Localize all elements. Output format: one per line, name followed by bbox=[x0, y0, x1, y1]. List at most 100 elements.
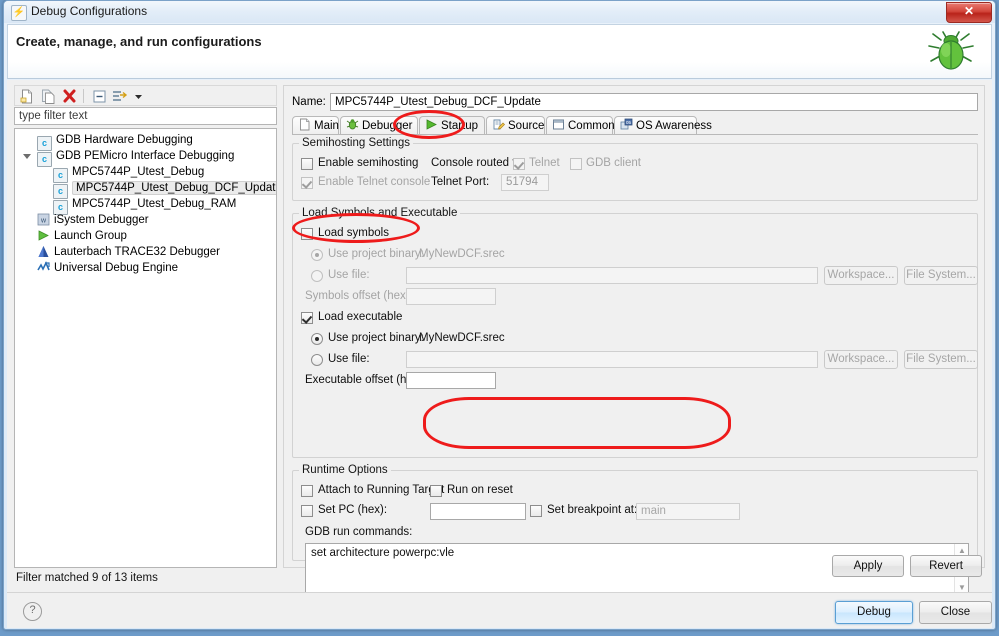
runtime-options-group-title: Runtime Options bbox=[299, 464, 391, 476]
tab-debugger[interactable]: Debugger bbox=[340, 116, 418, 135]
load-symbols-checkbox[interactable] bbox=[301, 228, 313, 240]
tab-label: Main bbox=[314, 120, 339, 132]
duplicate-configuration-icon[interactable] bbox=[40, 88, 57, 105]
set-breakpoint-at-input[interactable]: main bbox=[636, 503, 740, 520]
symbols-file-input[interactable] bbox=[406, 267, 818, 284]
executable-use-file-radio[interactable] bbox=[311, 354, 323, 366]
scroll-down-arrow-icon[interactable]: ▼ bbox=[957, 583, 967, 592]
tab-common[interactable]: Common bbox=[546, 116, 615, 135]
executable-project-binary-value: MyNewDCF.srec bbox=[419, 332, 505, 344]
configurations-toolbar bbox=[14, 85, 277, 106]
name-label: Name: bbox=[292, 96, 326, 108]
load-symbols-group-title: Load Symbols and Executable bbox=[299, 207, 461, 219]
dialog-header: Create, manage, and run configurations bbox=[7, 24, 992, 79]
ude-icon bbox=[37, 261, 50, 274]
tree-item-mpc5744p-utest-debug-ram[interactable]: c MPC5744P_Utest_Debug_RAM bbox=[15, 197, 276, 215]
tab-bar: Main Debugger Startup Source Common 05 OS Awar… bbox=[292, 116, 978, 135]
set-pc-input[interactable] bbox=[430, 503, 526, 520]
filter-icon[interactable] bbox=[111, 88, 128, 105]
tab-label: Debugger bbox=[362, 120, 413, 132]
telnet-port-input[interactable]: 51794 bbox=[501, 174, 549, 191]
tree-item-label: Lauterbach TRACE32 Debugger bbox=[54, 246, 221, 258]
symbols-use-file-radio[interactable] bbox=[311, 270, 323, 282]
symbols-use-project-binary-radio[interactable] bbox=[311, 249, 323, 261]
executable-use-file-label: Use file: bbox=[328, 353, 370, 365]
run-on-reset-checkbox[interactable] bbox=[430, 485, 442, 497]
window-icon bbox=[552, 118, 565, 131]
svg-text:05: 05 bbox=[626, 120, 632, 125]
tree-item-mpc5744p-utest-debug-dcf-update[interactable]: c MPC5744P_Utest_Debug_DCF_Update bbox=[15, 181, 276, 199]
attach-to-running-target-checkbox[interactable] bbox=[301, 485, 313, 497]
telnet-port-label: Telnet Port: bbox=[431, 176, 490, 188]
tab-startup[interactable]: Startup bbox=[419, 116, 485, 135]
tree-item-label: MPC5744P_Utest_Debug_DCF_Update bbox=[72, 181, 276, 195]
tree-item-label: GDB Hardware Debugging bbox=[56, 134, 193, 146]
svg-text:w: w bbox=[40, 218, 47, 225]
executable-file-input[interactable] bbox=[406, 351, 818, 368]
symbols-use-project-binary-label: Use project binary: bbox=[328, 248, 424, 260]
load-executable-checkbox[interactable] bbox=[301, 312, 313, 324]
dropdown-arrow-icon[interactable] bbox=[130, 88, 147, 105]
green-bug-icon bbox=[928, 31, 974, 70]
telnet-checkbox[interactable] bbox=[513, 158, 525, 170]
dialog-body: type filter text c GDB Hardware Debugging… bbox=[7, 80, 992, 595]
debug-button[interactable]: Debug bbox=[835, 601, 913, 624]
executable-workspace-button[interactable]: Workspace... bbox=[824, 350, 898, 369]
tree-expander-icon[interactable] bbox=[23, 154, 31, 162]
enable-semihosting-checkbox[interactable] bbox=[301, 158, 313, 170]
close-button[interactable]: Close bbox=[919, 601, 992, 624]
symbols-filesystem-button[interactable]: File System... bbox=[904, 266, 978, 285]
configuration-name-input[interactable]: MPC5744P_Utest_Debug_DCF_Update bbox=[330, 93, 978, 111]
debug-config-icon: ⚡ bbox=[11, 5, 27, 21]
tree-item-launch-group[interactable]: Launch Group bbox=[15, 229, 276, 245]
console-routed-to-label: Console routed to: bbox=[431, 157, 525, 169]
bug-icon bbox=[346, 118, 359, 131]
document-icon bbox=[298, 118, 311, 131]
tree-item-label: Universal Debug Engine bbox=[54, 262, 179, 274]
telnet-label: Telnet bbox=[529, 157, 560, 169]
tree-item-lauterbach-trace32-debugger[interactable]: Lauterbach TRACE32 Debugger bbox=[15, 245, 276, 261]
tree-item-label: MPC5744P_Utest_Debug_RAM bbox=[72, 198, 237, 210]
scroll-up-arrow-icon[interactable]: ▲ bbox=[957, 546, 967, 555]
tree-item-gdb-hardware-debugging[interactable]: c GDB Hardware Debugging bbox=[15, 133, 276, 151]
semihosting-group-title: Semihosting Settings bbox=[299, 137, 414, 149]
tree-item-label: Launch Group bbox=[54, 230, 127, 242]
gdb-client-label: GDB client bbox=[586, 157, 641, 169]
tree-item-label: iSystem Debugger bbox=[54, 214, 149, 226]
lauterbach-icon bbox=[37, 245, 50, 258]
configurations-tree[interactable]: c GDB Hardware Debugging c GDB PEMicro Inte… bbox=[14, 128, 277, 568]
tab-label: OS Awareness bbox=[636, 120, 712, 132]
run-on-reset-label: Run on reset bbox=[447, 484, 513, 496]
help-icon[interactable]: ? bbox=[23, 602, 42, 621]
tab-source[interactable]: Source bbox=[486, 116, 545, 135]
apply-button[interactable]: Apply bbox=[832, 555, 904, 577]
tab-os-awareness[interactable]: 05 OS Awareness bbox=[614, 116, 712, 135]
runtime-options-group: Runtime Options Attach to Running Target… bbox=[292, 464, 978, 595]
window-titlebar: ⚡ Debug Configurations ✕ bbox=[4, 1, 995, 23]
revert-button[interactable]: Revert bbox=[910, 555, 982, 577]
filter-input[interactable]: type filter text bbox=[14, 107, 277, 125]
set-breakpoint-at-label: Set breakpoint at: bbox=[547, 504, 638, 516]
gdb-client-checkbox[interactable] bbox=[570, 158, 582, 170]
set-pc-checkbox[interactable] bbox=[301, 505, 313, 517]
tree-item-mpc5744p-utest-debug[interactable]: c MPC5744P_Utest_Debug bbox=[15, 165, 276, 183]
executable-use-project-binary-radio[interactable] bbox=[311, 333, 323, 345]
window-title: Debug Configurations bbox=[31, 4, 148, 18]
executable-offset-input[interactable] bbox=[406, 372, 496, 389]
page-title: Create, manage, and run configurations bbox=[16, 34, 262, 49]
symbols-offset-input[interactable] bbox=[406, 288, 496, 305]
collapse-all-icon[interactable] bbox=[91, 88, 108, 105]
tree-item-universal-debug-engine[interactable]: Universal Debug Engine bbox=[15, 261, 276, 277]
close-window-button[interactable]: ✕ bbox=[946, 2, 992, 23]
delete-configuration-icon[interactable] bbox=[61, 88, 78, 105]
symbols-workspace-button[interactable]: Workspace... bbox=[824, 266, 898, 285]
set-breakpoint-at-checkbox[interactable] bbox=[530, 505, 542, 517]
green-play-icon bbox=[425, 118, 438, 131]
tree-item-isystem-debugger[interactable]: w iSystem Debugger bbox=[15, 213, 276, 229]
new-configuration-icon[interactable] bbox=[19, 88, 36, 105]
load-executable-label: Load executable bbox=[318, 311, 403, 323]
tree-item-gdb-pemicro-interface-debugging[interactable]: c GDB PEMicro Interface Debugging bbox=[15, 149, 276, 167]
enable-telnet-console-checkbox[interactable] bbox=[301, 177, 313, 189]
tab-main[interactable]: Main bbox=[292, 116, 339, 135]
executable-filesystem-button[interactable]: File System... bbox=[904, 350, 978, 369]
